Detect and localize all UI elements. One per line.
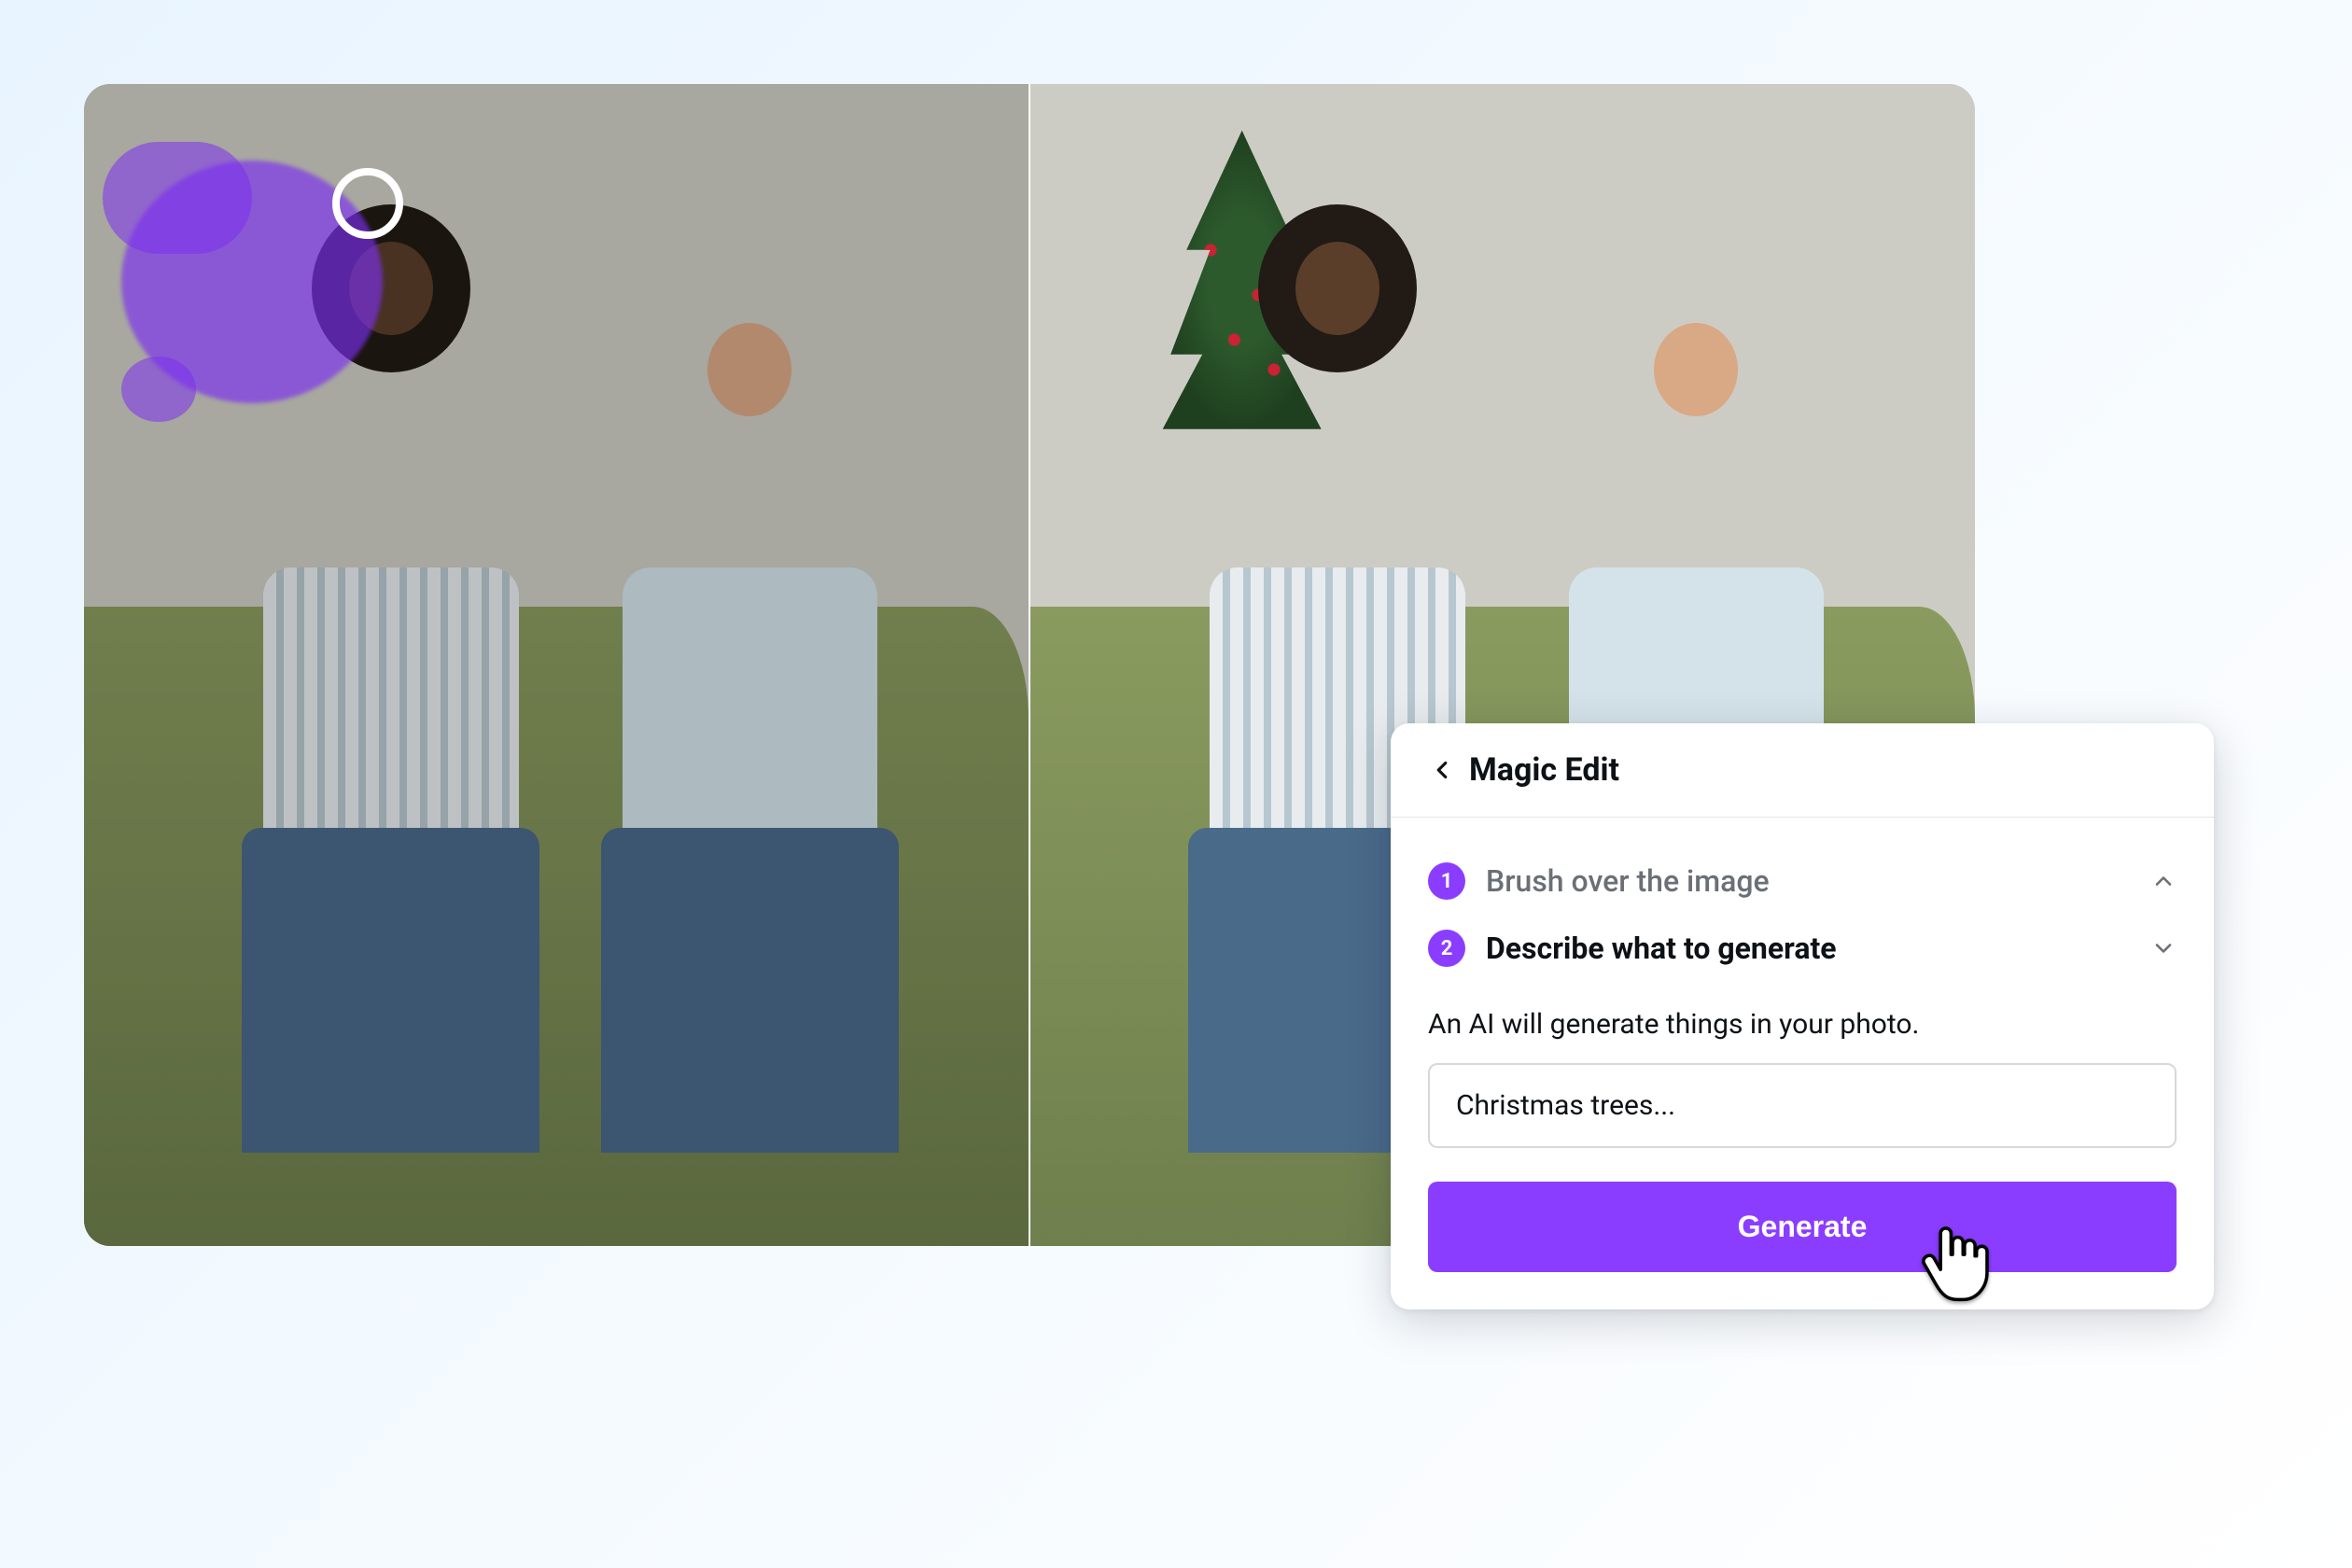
brush-selection-overlay[interactable] (121, 142, 429, 413)
prompt-input[interactable] (1428, 1063, 2177, 1148)
magic-edit-panel: Magic Edit 1 Brush over the image 2 Desc… (1391, 723, 2214, 1309)
step-badge-1: 1 (1428, 862, 1465, 900)
panel-title: Magic Edit (1469, 751, 1619, 789)
generate-button[interactable]: Generate (1428, 1182, 2177, 1272)
brush-cursor-icon (332, 168, 403, 239)
back-icon[interactable] (1428, 756, 1456, 784)
step-badge-2: 2 (1428, 930, 1465, 967)
chevron-up-icon (2150, 868, 2177, 894)
step-describe[interactable]: 2 Describe what to generate (1428, 915, 2177, 982)
step-label-1: Brush over the image (1486, 863, 2130, 899)
step-brush[interactable]: 1 Brush over the image (1428, 847, 2177, 915)
image-before[interactable] (84, 84, 1030, 1246)
step-label-2: Describe what to generate (1486, 931, 2130, 966)
panel-header: Magic Edit (1391, 723, 2214, 818)
step-description: An AI will generate things in your photo… (1428, 1008, 2177, 1041)
chevron-down-icon (2150, 935, 2177, 961)
